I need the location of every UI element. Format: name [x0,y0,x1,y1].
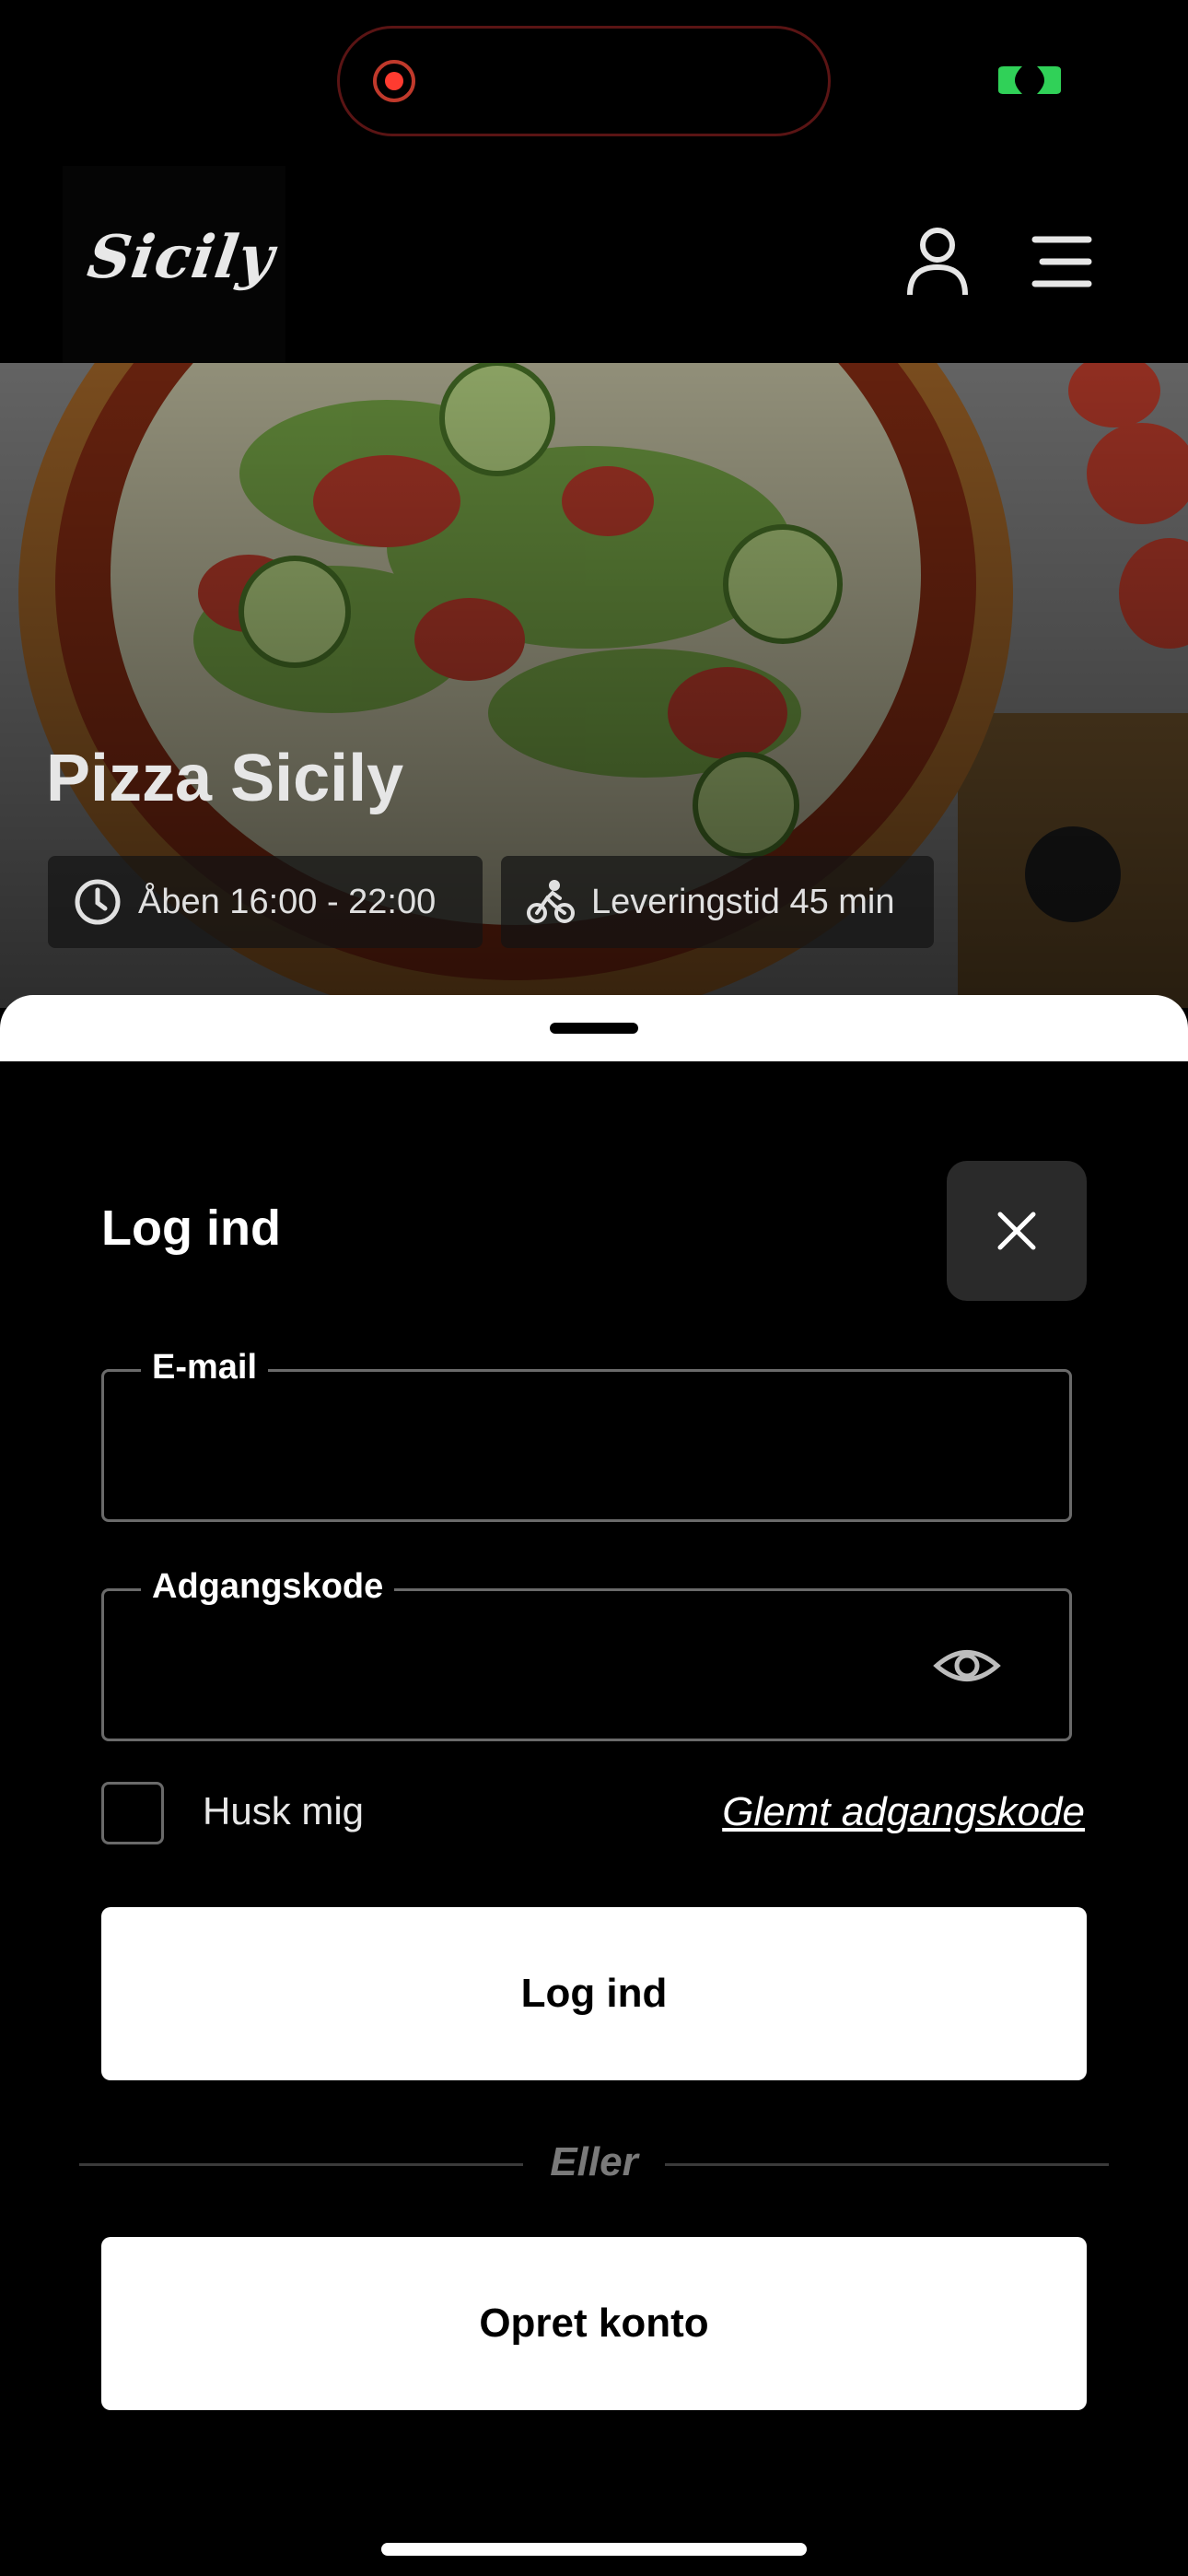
dynamic-island [337,26,831,136]
login-sheet: Log ind E-mail Adgangskode Husk mig Glem… [0,1061,1188,2576]
user-icon[interactable] [901,225,974,299]
password-input[interactable] [141,1619,970,1711]
opening-hours-text: Åben 16:00 - 22:00 [138,882,437,921]
email-label: E-mail [141,1348,269,1388]
password-label: Adgangskode [141,1567,395,1607]
divider-text: Eller [550,2139,638,2184]
status-bar [0,0,1188,166]
opening-hours-badge: Åben 16:00 - 22:00 [48,856,483,948]
eye-icon[interactable] [933,1632,1001,1700]
camera-active-indicator-icon [998,66,1061,94]
login-button[interactable]: Log ind [101,1907,1087,2080]
close-icon [997,1212,1036,1250]
home-indicator[interactable] [381,2543,807,2556]
delivery-time-text: Leveringstid 45 min [591,882,895,921]
remember-me-label[interactable]: Husk mig [203,1789,364,1833]
hero-image: Pizza Sicily Åben 16:00 - 22:00 Levering… [0,363,1188,1008]
clock-icon [75,879,121,925]
email-input[interactable] [141,1399,970,1492]
menu-icon[interactable] [1030,232,1094,291]
recording-icon [373,60,415,102]
logo[interactable]: Sicily [84,223,279,292]
email-field[interactable]: E-mail [101,1348,1072,1522]
site-header: Sicily [0,166,1188,372]
restaurant-name: Pizza Sicily [46,742,404,815]
password-field[interactable]: Adgangskode [101,1567,1072,1741]
sheet-header[interactable] [0,995,1188,1061]
remember-me-checkbox[interactable] [101,1782,164,1844]
create-account-button[interactable]: Opret konto [101,2237,1087,2410]
bicycle-icon [527,880,575,923]
sheet-grabber[interactable] [550,1023,638,1034]
delivery-time-badge: Leveringstid 45 min [501,856,934,948]
login-title: Log ind [101,1200,281,1256]
forgot-password-link[interactable]: Glemt adgangskode [722,1789,1085,1835]
close-button[interactable] [947,1161,1087,1301]
